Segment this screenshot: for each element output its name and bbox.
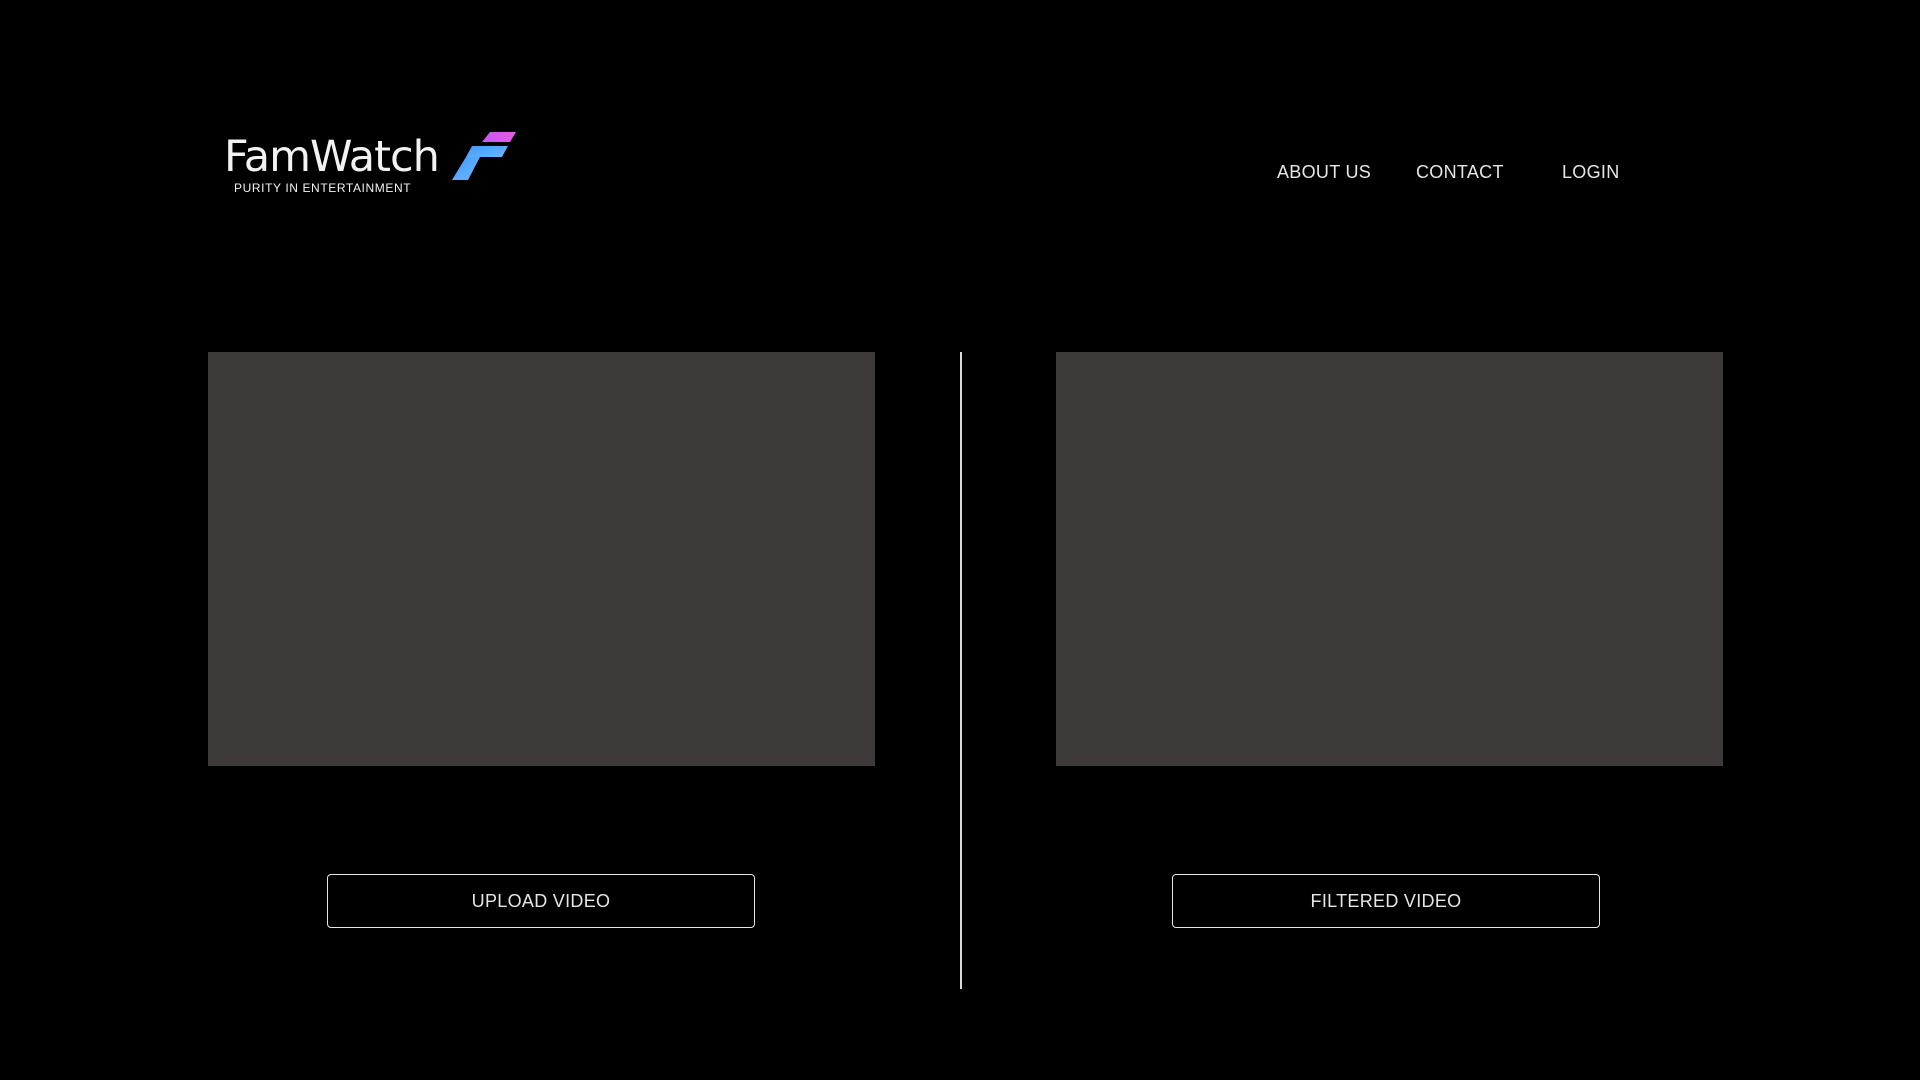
upload-video-button[interactable]: UPLOAD VIDEO (327, 874, 755, 928)
upload-video-label: UPLOAD VIDEO (471, 890, 611, 911)
page: FamWatch PURITY IN ENTERTAINMENT ABOUT U… (0, 0, 1920, 1080)
upload-video-preview[interactable] (208, 352, 875, 766)
filtered-video-preview[interactable] (1056, 352, 1723, 766)
nav-contact[interactable]: CONTACT (1416, 162, 1504, 183)
divider (960, 352, 962, 989)
brand-name: FamWatch (224, 132, 440, 182)
famwatch-f-logo-icon (452, 132, 516, 180)
filtered-video-button[interactable]: FILTERED VIDEO (1172, 874, 1600, 928)
brand-tagline: PURITY IN ENTERTAINMENT (234, 181, 412, 195)
nav-login[interactable]: LOGIN (1562, 162, 1620, 183)
nav-about-us[interactable]: ABOUT US (1277, 162, 1371, 183)
brand-logo[interactable]: FamWatch PURITY IN ENTERTAINMENT (224, 128, 524, 198)
filtered-video-label: FILTERED VIDEO (1310, 890, 1462, 911)
